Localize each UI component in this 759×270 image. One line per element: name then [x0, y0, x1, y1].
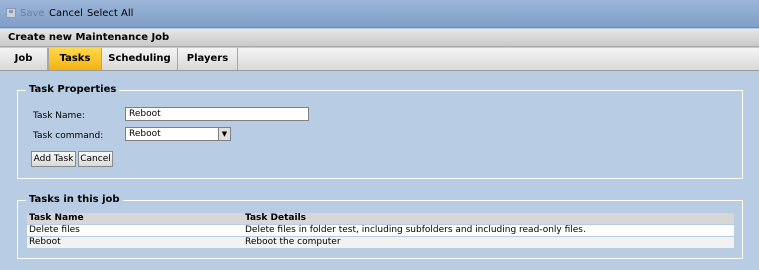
page-title: Create new Maintenance Job — [0, 29, 759, 47]
tasks-in-job-panel: Tasks in this job Task Name Task Details… — [17, 194, 743, 259]
task-command-label: Task command: — [33, 131, 104, 141]
tab-tasks[interactable]: Tasks — [48, 48, 102, 70]
toolbar: Save Cancel Select All — [0, 0, 759, 28]
chevron-down-icon[interactable]: ▼ — [218, 128, 230, 140]
task-command-select[interactable]: Reboot ▼ — [125, 127, 231, 141]
table-header: Task Name Task Details — [27, 213, 734, 225]
tab-job[interactable]: Job — [0, 48, 48, 70]
tab-scheduling[interactable]: Scheduling — [102, 48, 178, 70]
cancel-task-button[interactable]: Cancel — [78, 151, 113, 167]
save-button[interactable]: Save — [20, 8, 45, 19]
tasks-in-job-legend: Tasks in this job — [26, 194, 123, 205]
column-header-task-details: Task Details — [245, 213, 307, 223]
table-row[interactable]: Reboot Reboot the computer — [27, 237, 734, 249]
select-all-button[interactable]: Select All — [87, 8, 133, 19]
task-name-cell: Delete files — [29, 225, 80, 235]
cancel-button[interactable]: Cancel — [49, 8, 83, 19]
tab-players[interactable]: Players — [178, 48, 238, 70]
table-row[interactable]: Delete files Delete files in folder test… — [27, 225, 734, 237]
task-name-cell: Reboot — [29, 237, 61, 247]
task-properties-legend: Task Properties — [26, 84, 120, 95]
task-name-input[interactable]: Reboot — [125, 107, 309, 121]
task-details-cell: Delete files in folder test, including s… — [245, 225, 586, 235]
add-task-button[interactable]: Add Task — [31, 151, 76, 167]
column-header-task-name: Task Name — [29, 213, 84, 223]
task-properties-panel: Task Properties Task Name: Reboot Task c… — [17, 84, 743, 179]
tab-bar: Job Tasks Scheduling Players — [0, 48, 759, 71]
task-command-value: Reboot — [129, 129, 161, 139]
tasks-table: Task Name Task Details Delete files Dele… — [27, 213, 734, 249]
save-icon — [6, 8, 16, 18]
task-name-label: Task Name: — [33, 111, 85, 121]
task-details-cell: Reboot the computer — [245, 237, 341, 247]
